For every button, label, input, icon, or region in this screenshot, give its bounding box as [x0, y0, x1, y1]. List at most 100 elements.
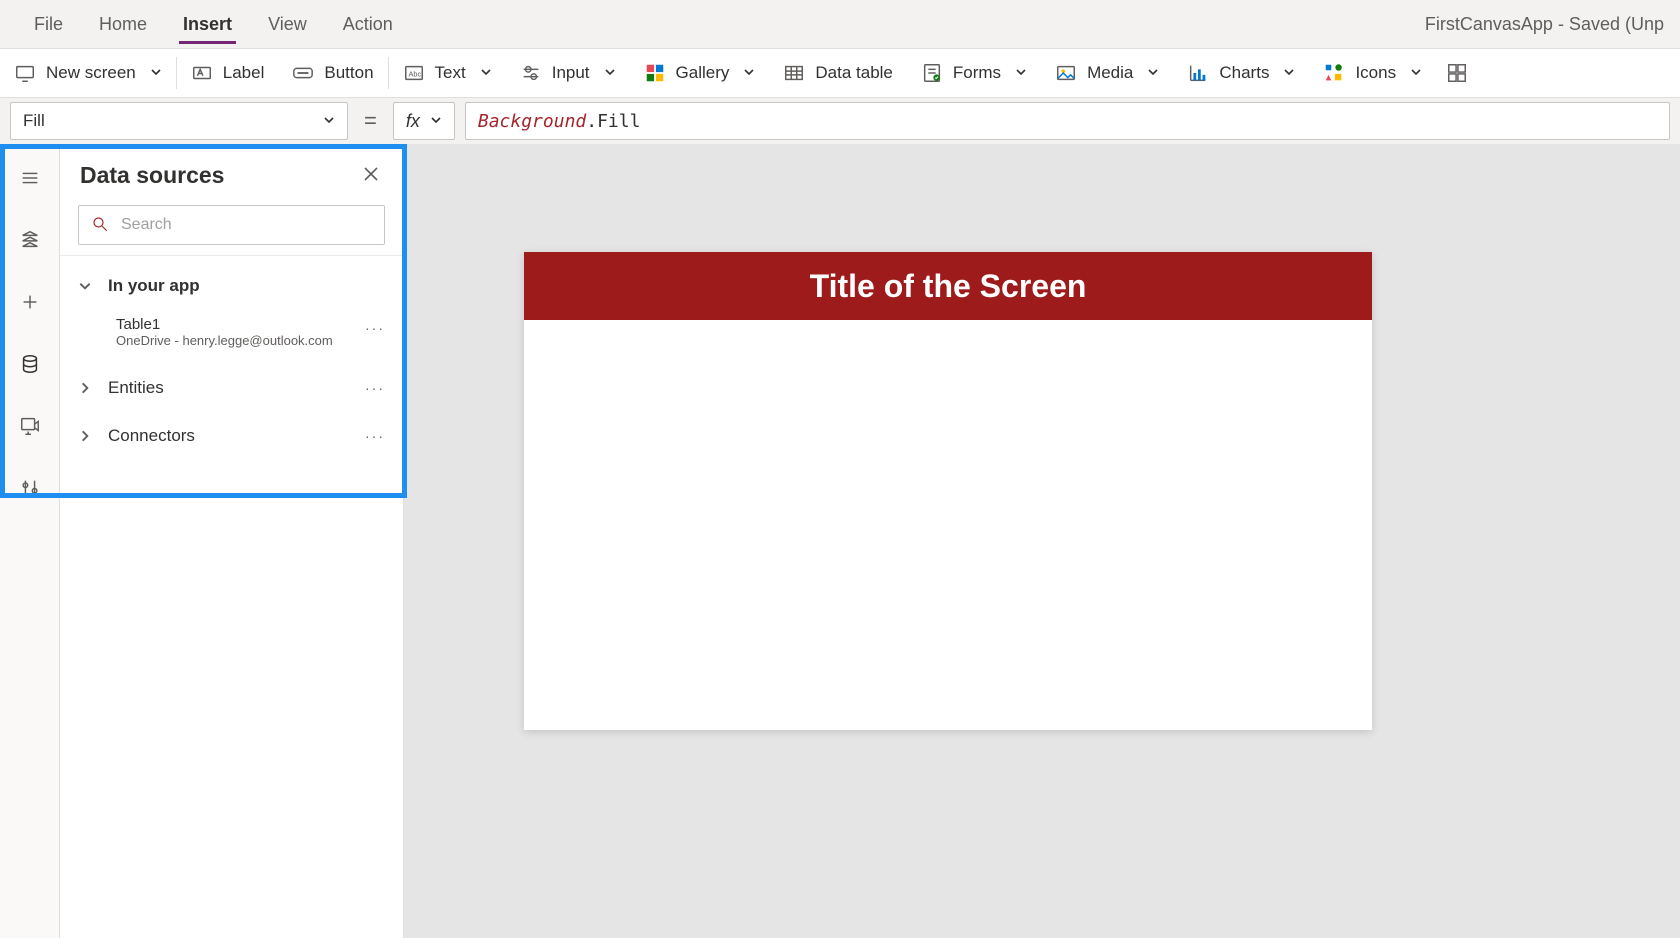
- chevron-right-icon: [78, 381, 94, 395]
- left-rail: [0, 144, 60, 938]
- chevron-down-icon: [323, 111, 335, 131]
- ribbon: New screen Label Button Abc Text Input: [0, 48, 1680, 98]
- charts-icon: [1187, 62, 1209, 84]
- text-icon: Abc: [403, 62, 425, 84]
- text-button[interactable]: Abc Text: [389, 49, 506, 97]
- media-button[interactable]: Media: [1041, 49, 1173, 97]
- group-label: In your app: [108, 276, 200, 296]
- search-container: [60, 195, 403, 255]
- canvas-area[interactable]: Title of the Screen: [404, 144, 1680, 938]
- charts-label: Charts: [1219, 63, 1269, 83]
- icons-button[interactable]: Icons: [1309, 49, 1436, 97]
- data-table-label: Data table: [815, 63, 893, 83]
- rail-advanced[interactable]: [10, 468, 50, 508]
- chevron-down-icon: [1283, 63, 1295, 83]
- button-icon: [292, 62, 314, 84]
- property-selector[interactable]: Fill: [10, 102, 348, 140]
- label-button[interactable]: Label: [177, 49, 279, 97]
- input-icon: [520, 62, 542, 84]
- screen-title-bar[interactable]: Title of the Screen: [524, 252, 1372, 320]
- chevron-down-icon: [480, 63, 492, 83]
- rail-hamburger[interactable]: [10, 158, 50, 198]
- components-button[interactable]: [1436, 49, 1478, 97]
- close-button[interactable]: [359, 162, 383, 189]
- forms-icon: [921, 62, 943, 84]
- data-source-item[interactable]: Table1 OneDrive - henry.legge@outlook.co…: [60, 310, 403, 364]
- app-title: FirstCanvasApp - Saved (Unp: [1425, 14, 1664, 35]
- group-label: Entities: [108, 378, 164, 398]
- group-in-your-app[interactable]: In your app: [60, 262, 403, 310]
- data-source-name: Table1: [116, 316, 385, 333]
- menu-home[interactable]: Home: [81, 0, 165, 48]
- group-entities[interactable]: Entities ···: [60, 364, 403, 412]
- group-label: Connectors: [108, 426, 195, 446]
- chevron-down-icon: [604, 63, 616, 83]
- panel-title: Data sources: [80, 162, 224, 189]
- rail-insert[interactable]: [10, 282, 50, 322]
- input-button[interactable]: Input: [506, 49, 630, 97]
- search-box[interactable]: [78, 205, 385, 245]
- data-table-button[interactable]: Data table: [769, 49, 907, 97]
- button-label: Button: [324, 63, 373, 83]
- media-label: Media: [1087, 63, 1133, 83]
- new-screen-label: New screen: [46, 63, 136, 83]
- gallery-icon: [644, 62, 666, 84]
- menu-file[interactable]: File: [16, 0, 81, 48]
- label-label: Label: [223, 63, 265, 83]
- property-value: Fill: [23, 111, 45, 131]
- chevron-down-icon: [430, 113, 442, 129]
- chevron-down-icon: [1410, 63, 1422, 83]
- equals-sign: =: [358, 108, 383, 134]
- rail-data[interactable]: [10, 344, 50, 384]
- menu-action[interactable]: Action: [325, 0, 411, 48]
- components-icon: [1446, 62, 1468, 84]
- search-input[interactable]: [119, 215, 372, 235]
- panel-header: Data sources: [60, 144, 403, 195]
- charts-button[interactable]: Charts: [1173, 49, 1309, 97]
- button-button[interactable]: Button: [278, 49, 387, 97]
- fx-button[interactable]: fx: [393, 102, 455, 140]
- screen-icon: [14, 62, 36, 84]
- svg-text:Abc: Abc: [408, 70, 421, 79]
- data-sources-panel: Data sources In your app Table1: [60, 144, 404, 938]
- gallery-label: Gallery: [676, 63, 730, 83]
- main-area: Data sources In your app Table1: [0, 144, 1680, 938]
- rail-media[interactable]: [10, 406, 50, 446]
- formula-token-prop: Fill: [597, 111, 640, 132]
- data-tree: In your app Table1 OneDrive - henry.legg…: [60, 255, 403, 466]
- rail-tree-view[interactable]: [10, 220, 50, 260]
- more-button[interactable]: ···: [365, 320, 385, 336]
- screen-title-text: Title of the Screen: [810, 268, 1087, 305]
- forms-button[interactable]: Forms: [907, 49, 1041, 97]
- data-table-icon: [783, 62, 805, 84]
- gallery-button[interactable]: Gallery: [630, 49, 770, 97]
- formula-token-object: Background: [478, 111, 586, 132]
- media-icon: [1055, 62, 1077, 84]
- formula-token-dot: .: [586, 111, 597, 132]
- formula-bar: Fill = fx Background.Fill: [0, 98, 1680, 144]
- menu-insert[interactable]: Insert: [165, 0, 250, 48]
- icons-label: Icons: [1355, 63, 1396, 83]
- app-canvas[interactable]: Title of the Screen: [524, 252, 1372, 730]
- menu-items: File Home Insert View Action: [16, 0, 411, 48]
- group-connectors[interactable]: Connectors ···: [60, 412, 403, 460]
- icons-icon: [1323, 62, 1345, 84]
- fx-label: fx: [406, 111, 420, 132]
- chevron-down-icon: [1015, 63, 1027, 83]
- data-source-subtitle: OneDrive - henry.legge@outlook.com: [116, 333, 385, 348]
- search-icon: [91, 215, 109, 236]
- forms-label: Forms: [953, 63, 1001, 83]
- more-button[interactable]: ···: [365, 428, 385, 444]
- new-screen-button[interactable]: New screen: [0, 49, 176, 97]
- label-icon: [191, 62, 213, 84]
- chevron-down-icon: [743, 63, 755, 83]
- chevron-down-icon: [150, 63, 162, 83]
- more-button[interactable]: ···: [365, 380, 385, 396]
- chevron-down-icon: [78, 279, 94, 293]
- chevron-down-icon: [1147, 63, 1159, 83]
- chevron-right-icon: [78, 429, 94, 443]
- text-label: Text: [435, 63, 466, 83]
- menu-view[interactable]: View: [250, 0, 325, 48]
- input-label: Input: [552, 63, 590, 83]
- formula-input[interactable]: Background.Fill: [465, 102, 1670, 140]
